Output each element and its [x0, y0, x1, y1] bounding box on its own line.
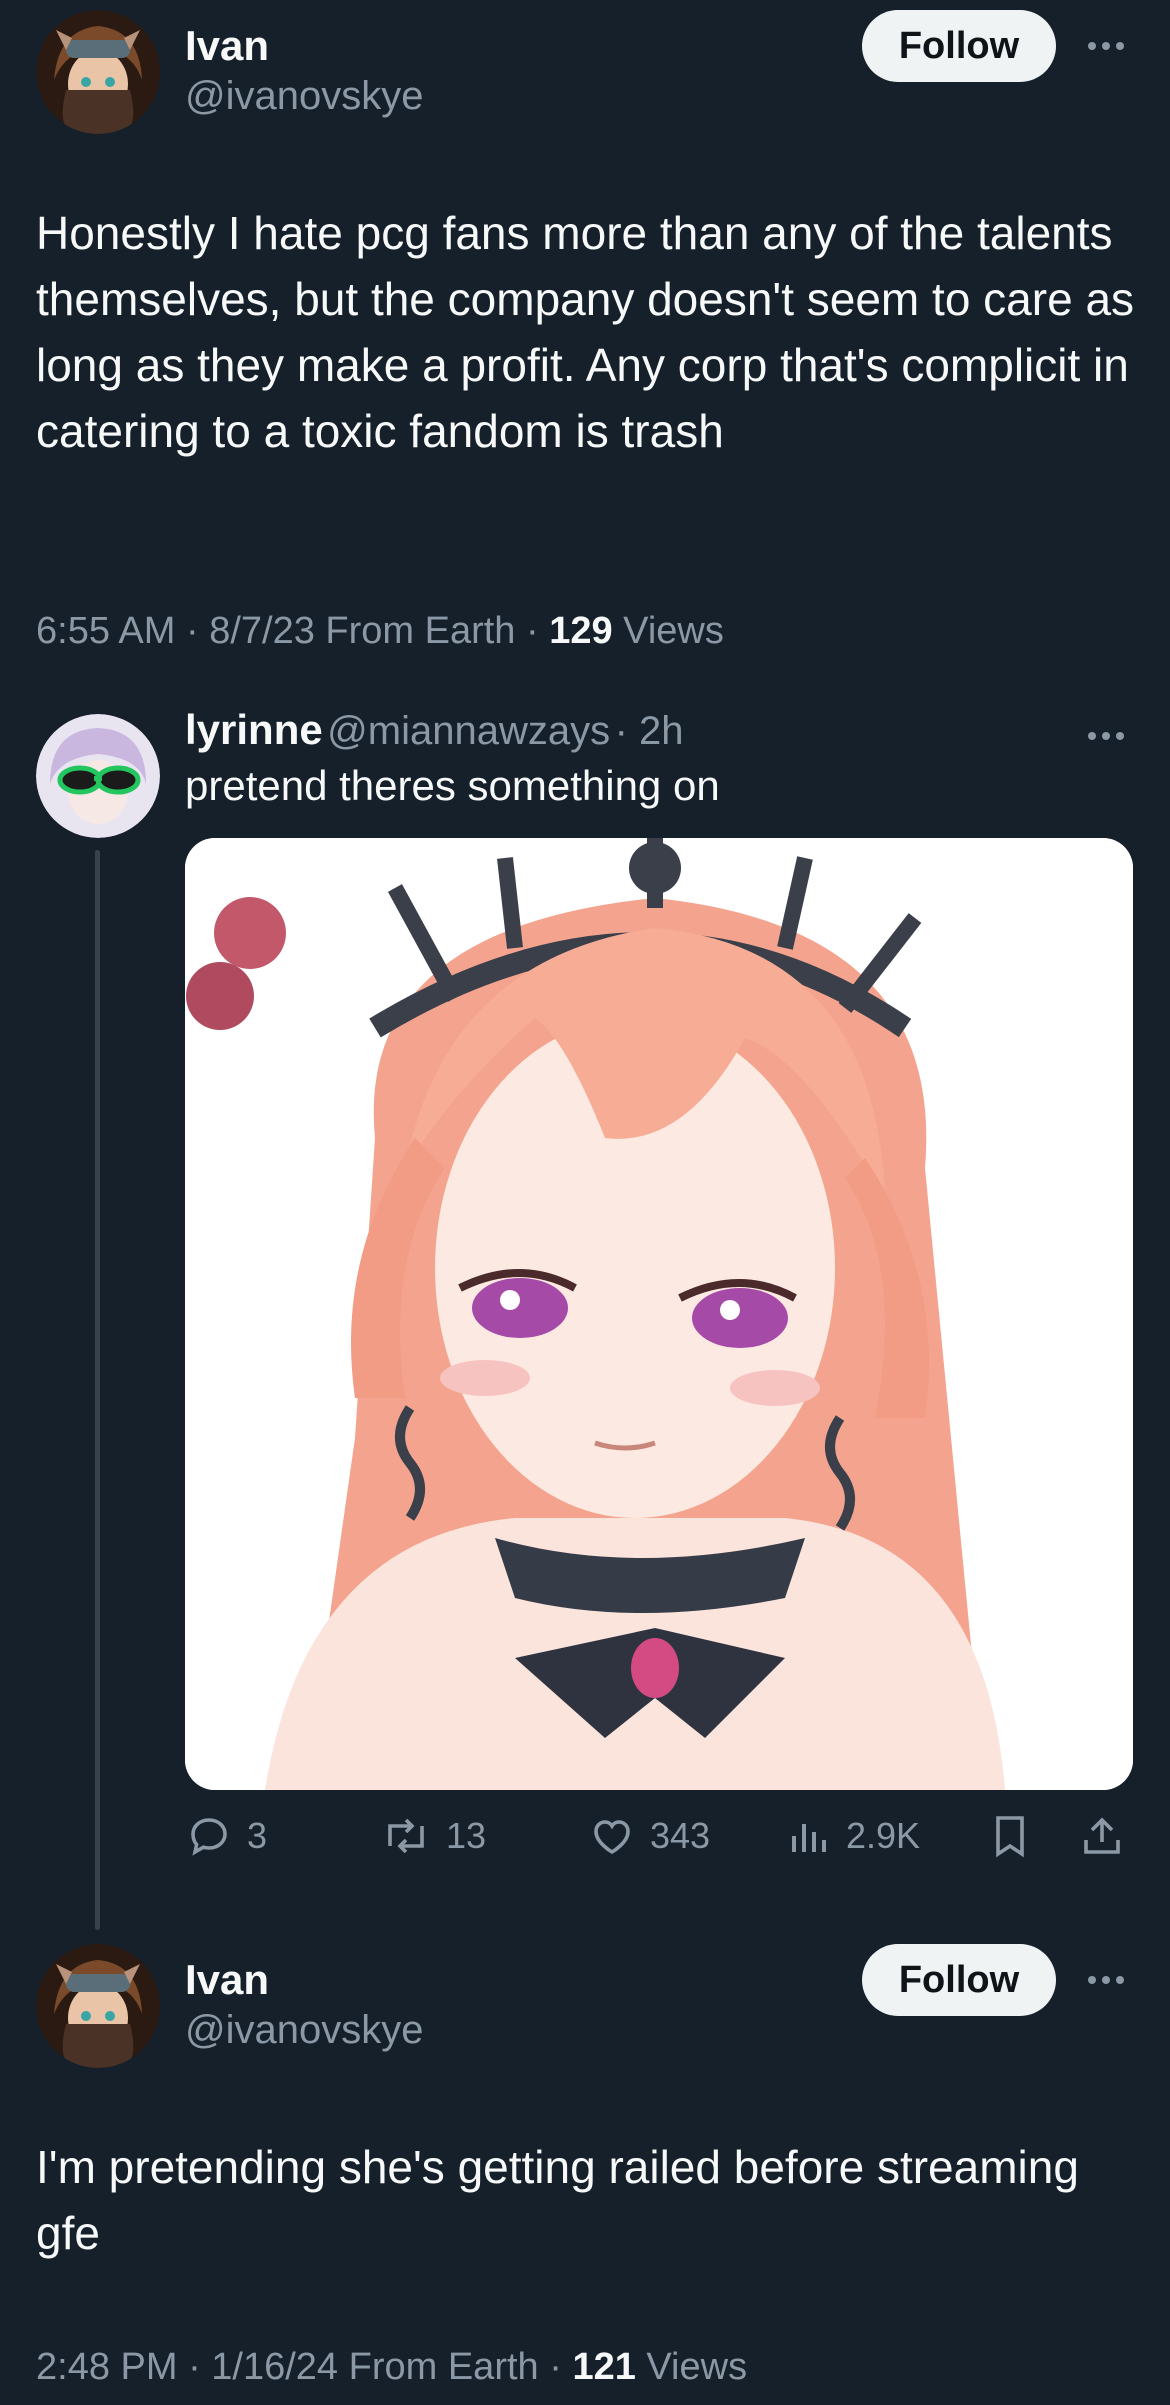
- reply-author-name[interactable]: lyrinne: [185, 706, 323, 753]
- reply-avatar[interactable]: [36, 714, 160, 838]
- author-name[interactable]: Ivan: [185, 22, 269, 70]
- author-handle[interactable]: @ivanovskye: [185, 74, 423, 119]
- reply-author-handle[interactable]: @miannawzays: [327, 709, 610, 753]
- second-views-count: 121: [572, 2346, 636, 2388]
- reply-text: pretend theres something on: [185, 762, 720, 809]
- repost-icon: [388, 1818, 424, 1854]
- tweet-time: 6:55 AM · 8/7/23 From Earth ·: [36, 610, 550, 652]
- follow-button[interactable]: Follow: [862, 10, 1056, 82]
- views-label: Views: [612, 610, 724, 652]
- like-count: 343: [650, 1815, 711, 1856]
- reply-header: lyrinne @miannawzays · 2h: [185, 706, 684, 754]
- reply-button[interactable]: 3: [185, 1812, 267, 1860]
- second-tweet-text: I'm pretending she's getting railed befo…: [36, 2141, 1079, 2259]
- bookmark-icon: [996, 1816, 1024, 1858]
- more-options-icon[interactable]: [1088, 42, 1124, 50]
- anime-illustration: [185, 838, 1133, 1790]
- views-button[interactable]: 2.9K: [788, 1812, 920, 1860]
- second-author-handle[interactable]: @ivanovskye: [185, 2008, 423, 2053]
- tweet-text: Honestly I hate pcg fans more than any o…: [36, 207, 1135, 457]
- second-tweet-meta: 2:48 PM · 1/16/24 From Earth · 121 Views: [36, 2346, 747, 2389]
- share-icon: [1084, 1817, 1120, 1854]
- second-follow-button[interactable]: Follow: [862, 1944, 1056, 2016]
- like-button[interactable]: 343: [588, 1812, 710, 1860]
- second-tweet-time: 2:48 PM · 1/16/24 From Earth ·: [36, 2346, 573, 2388]
- second-author-name[interactable]: Ivan: [185, 1956, 269, 2004]
- reply-icon: [191, 1818, 227, 1856]
- second-avatar[interactable]: [36, 1944, 160, 2068]
- share-button[interactable]: [1078, 1812, 1126, 1860]
- thread-line: [95, 850, 100, 1930]
- reply-media-image[interactable]: [185, 838, 1133, 1790]
- like-icon: [594, 1820, 630, 1855]
- views-icon: [792, 1824, 826, 1852]
- reply-more-options-icon[interactable]: [1088, 732, 1124, 740]
- reply-age[interactable]: · 2h: [615, 709, 684, 753]
- views-count: 2.9K: [846, 1815, 921, 1856]
- repost-count: 13: [446, 1815, 487, 1856]
- second-more-options-icon[interactable]: [1088, 1976, 1124, 1984]
- tweet-meta: 6:55 AM · 8/7/23 From Earth · 129 Views: [36, 610, 724, 653]
- repost-button[interactable]: 13: [380, 1812, 486, 1860]
- avatar[interactable]: [36, 10, 160, 134]
- reply-count: 3: [247, 1815, 268, 1856]
- second-views-label: Views: [635, 2346, 748, 2388]
- bookmark-button[interactable]: [988, 1812, 1032, 1860]
- views-count: 129: [549, 610, 613, 652]
